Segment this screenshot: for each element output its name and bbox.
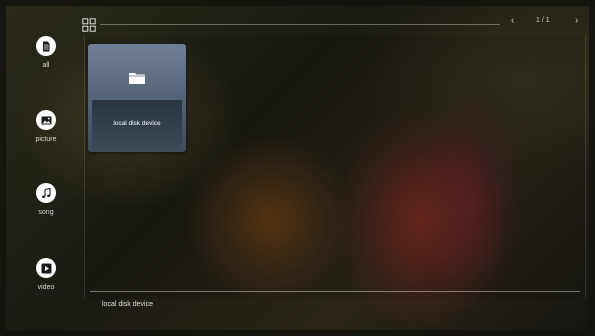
document-icon	[36, 36, 56, 56]
sidebar-item-picture[interactable]: picture	[20, 110, 72, 143]
sidebar-item-label: picture	[35, 136, 57, 143]
sidebar-item-label: song	[38, 209, 54, 216]
page-indicator: 1 / 1	[536, 17, 550, 24]
sidebar-item-song[interactable]: song	[20, 183, 72, 216]
chevron-left-icon[interactable]: ‹	[511, 15, 514, 26]
play-icon	[36, 258, 56, 278]
sidebar-item-label: all	[42, 62, 50, 69]
header-divider	[100, 24, 500, 25]
footer-divider	[90, 291, 580, 292]
current-path: local disk device	[102, 301, 153, 308]
image-icon	[36, 110, 56, 130]
sidebar-item-label: video	[37, 284, 55, 291]
chevron-right-icon[interactable]: ›	[575, 15, 578, 26]
sidebar-item-video[interactable]: video	[20, 258, 72, 291]
folder-icon	[128, 71, 146, 85]
sidebar-item-all[interactable]: all	[20, 36, 72, 69]
music-note-icon	[36, 183, 56, 203]
tile-local-disk-device[interactable]: local disk device	[88, 44, 186, 152]
tile-label: local disk device	[113, 120, 161, 127]
grid-view-icon[interactable]	[82, 18, 96, 32]
